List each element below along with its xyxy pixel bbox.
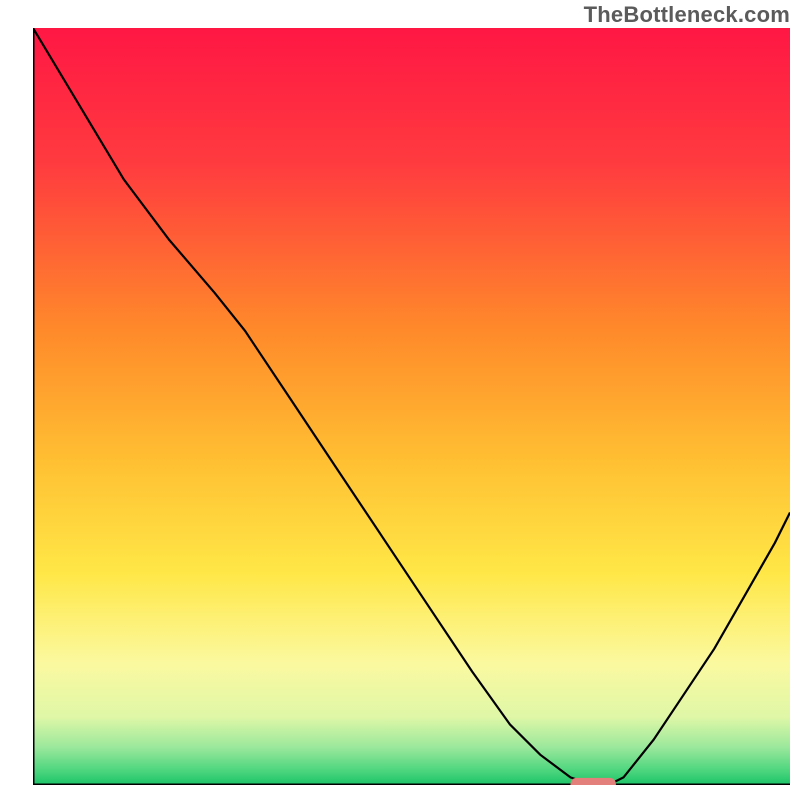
chart-area <box>33 28 790 785</box>
watermark-text: TheBottleneck.com <box>584 2 790 28</box>
chart-viewport: TheBottleneck.com <box>0 0 800 800</box>
gradient-background <box>33 28 790 785</box>
chart-svg <box>33 28 790 785</box>
optimal-marker <box>571 778 616 785</box>
